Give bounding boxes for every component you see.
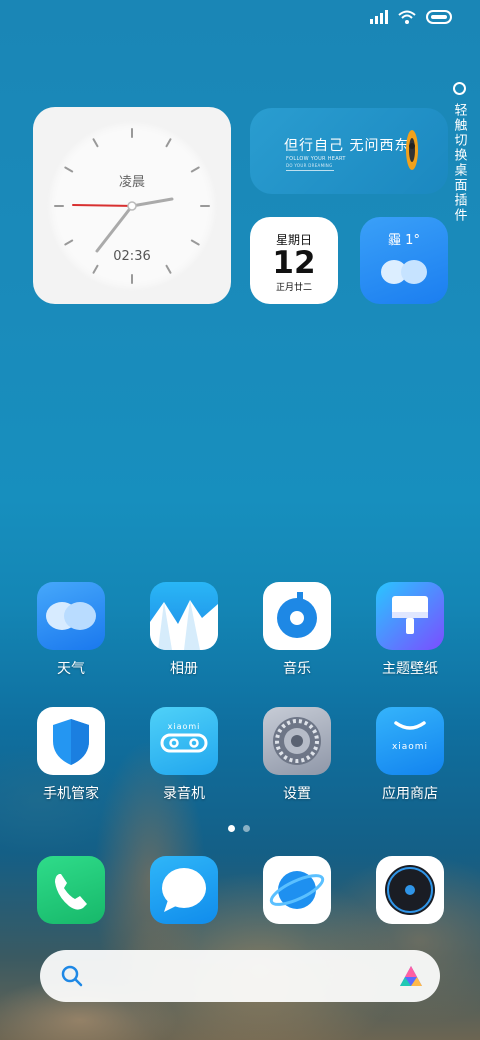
quote-text: 但行自己 无问西东 (284, 138, 410, 154)
calendar-day: 12 (272, 245, 316, 281)
app-label: 录音机 (163, 786, 205, 802)
clock-period: 凌晨 (118, 174, 145, 190)
minute-hand (95, 204, 134, 252)
calendar-widget[interactable]: 星期日 12 正月廿二 (250, 217, 338, 304)
page-dot-active[interactable] (228, 825, 235, 832)
status-bar (370, 10, 452, 24)
second-hand (72, 203, 133, 207)
gallery-mountain-icon (150, 582, 218, 650)
kayak-icon (406, 130, 418, 170)
search-bar[interactable] (40, 950, 440, 1002)
recorder-tape-icon: xiaomi (150, 707, 218, 775)
haze-icon (381, 260, 427, 284)
assistant-icon[interactable] (398, 964, 424, 988)
app-store[interactable]: xiaomi 应用商店 (360, 707, 460, 803)
app-label: 相册 (170, 661, 198, 677)
security-shield-icon (37, 707, 105, 775)
hour-hand (130, 197, 174, 207)
clock-digital-time: 02:36 (113, 248, 151, 264)
weather-widget[interactable]: 霾 1° (360, 217, 448, 304)
wifi-icon (398, 10, 416, 24)
clock-widget[interactable]: 凌晨 02:36 (33, 107, 231, 304)
app-themes[interactable]: 主题壁纸 (360, 582, 460, 678)
camera-lens-icon (376, 856, 444, 924)
browser-planet-icon (263, 856, 331, 924)
clock-dial (54, 127, 210, 284)
quote-subtitle-2: DO YOUR DREAMING (286, 163, 333, 168)
quote-divider (286, 170, 334, 171)
hint-ring-icon (452, 82, 466, 95)
app-store-icon: xiaomi (376, 707, 444, 775)
app-label: 天气 (57, 661, 85, 677)
app-label: 手机管家 (43, 786, 99, 802)
theme-brush-icon (376, 582, 444, 650)
app-label: 应用商店 (382, 786, 438, 802)
quote-subtitle: FOLLOW YOUR HEART (286, 156, 346, 162)
settings-gear-icon (263, 707, 331, 775)
calendar-lunar-date: 正月廿二 (275, 283, 312, 293)
phone-icon (37, 856, 105, 924)
recorder-brand-text: xiaomi (168, 722, 201, 731)
app-label: 设置 (283, 786, 311, 802)
dock-camera[interactable] (360, 856, 460, 924)
app-gallery[interactable]: 相册 (134, 582, 234, 678)
message-bubble-icon (150, 856, 218, 924)
app-recorder[interactable]: xiaomi 录音机 (134, 707, 234, 803)
store-brand-text: xiaomi (392, 742, 428, 752)
app-weather[interactable]: 天气 (21, 582, 121, 678)
page-dot[interactable] (243, 825, 250, 832)
app-music[interactable]: 音乐 (247, 582, 347, 678)
weather-condition: 霾 1° (388, 233, 420, 248)
page-indicator[interactable] (228, 825, 250, 832)
app-label: 主题壁纸 (382, 661, 438, 677)
battery-icon (426, 10, 452, 24)
music-icon (263, 582, 331, 650)
app-label: 音乐 (283, 661, 311, 677)
signal-icon (370, 10, 388, 24)
switch-widget-hint[interactable]: 轻触切换桌面插件 (448, 82, 470, 223)
dock-phone[interactable] (21, 856, 121, 924)
dock-browser[interactable] (247, 856, 347, 924)
search-icon (61, 965, 83, 987)
dock-messages[interactable] (134, 856, 234, 924)
quote-widget[interactable]: 但行自己 无问西东 FOLLOW YOUR HEART DO YOUR DREA… (250, 108, 448, 194)
hint-text: 轻触切换桌面插件 (451, 103, 467, 223)
app-settings[interactable]: 设置 (247, 707, 347, 803)
weather-app-icon (37, 582, 105, 650)
app-security[interactable]: 手机管家 (21, 707, 121, 803)
clock-face: 凌晨 02:36 (47, 120, 217, 291)
